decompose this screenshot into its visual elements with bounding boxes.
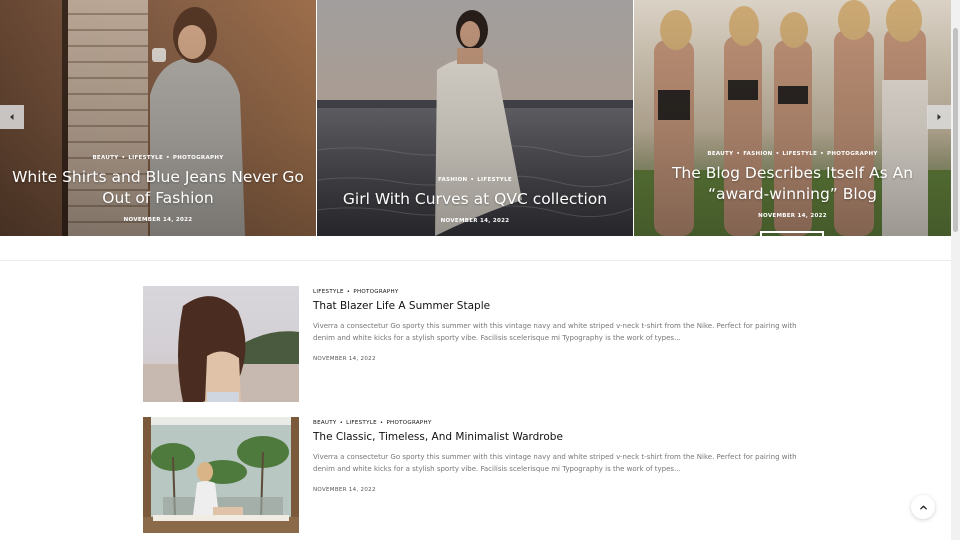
post-2-title[interactable]: The Classic, Timeless, And Minimalist Wa… [313, 431, 813, 443]
category-separator: • [339, 420, 344, 426]
chevron-left-icon [10, 114, 14, 120]
post-1-date: NOVEMBER 14, 2022 [313, 356, 376, 362]
slider-next-button[interactable] [927, 105, 951, 129]
category-link[interactable]: LIFESTYLE [313, 289, 344, 295]
featured-slider: BEAUTY • LIFESTYLE • PHOTOGRAPHY White Shirt… [0, 0, 951, 236]
category-link[interactable]: LIFESTYLE [128, 155, 163, 161]
category-link[interactable]: PHOTOGRAPHY [386, 420, 431, 426]
slide-3-categories: BEAUTY • FASHION • LIFESTYLE • PHOTOGRAPHY [642, 151, 943, 157]
category-link[interactable]: LIFESTYLE [477, 177, 512, 183]
category-separator: • [379, 420, 384, 426]
category-link[interactable]: PHOTOGRAPHY [353, 289, 398, 295]
back-to-top-button[interactable] [911, 495, 935, 519]
slide-3-date: NOVEMBER 14, 2022 [758, 213, 827, 219]
category-separator: • [346, 289, 351, 295]
post-1-title[interactable]: That Blazer Life A Summer Staple [313, 300, 813, 312]
category-separator: • [121, 155, 126, 161]
category-separator: • [470, 177, 475, 183]
post-1-excerpt: Viverra a consectetur Go sporty this sum… [313, 322, 797, 342]
category-link[interactable]: FASHION [438, 177, 467, 183]
slide-1-categories: BEAUTY • LIFESTYLE • PHOTOGRAPHY [8, 155, 308, 161]
category-separator: • [166, 155, 170, 161]
category-link[interactable]: BEAUTY [92, 155, 118, 161]
slide-3-caption: BEAUTY • FASHION • LIFESTYLE • PHOTOGRAPHY The… [634, 151, 951, 219]
chevron-right-icon [937, 114, 941, 120]
post-item-1: LIFESTYLE • PHOTOGRAPHY That Blazer Life A… [143, 286, 823, 402]
slide-2-title[interactable]: Girl With Curves at QVC collection [325, 189, 625, 210]
slide-2[interactable]: FASHION • LIFESTYLE Girl With Curves at QV… [317, 0, 633, 236]
category-link[interactable]: LIFESTYLE [346, 420, 377, 426]
slide-1-title[interactable]: White Shirts and Blue Jeans Never Go Out… [8, 167, 308, 209]
section-divider [0, 260, 951, 261]
slide-3-read-more-button[interactable] [760, 231, 824, 236]
post-2-date: NOVEMBER 14, 2022 [313, 487, 376, 493]
post-item-2: BEAUTY • LIFESTYLE • PHOTOGRAPHY The Classic… [143, 417, 823, 533]
category-link[interactable]: PHOTOGRAPHY [827, 151, 878, 157]
slide-1[interactable]: BEAUTY • LIFESTYLE • PHOTOGRAPHY White Shirt… [0, 0, 316, 236]
slide-3-title[interactable]: The Blog Describes Itself As An “award-w… [642, 163, 943, 205]
post-1-body: LIFESTYLE • PHOTOGRAPHY That Blazer Life A… [313, 286, 813, 362]
post-1-categories: LIFESTYLE • PHOTOGRAPHY [313, 289, 813, 295]
post-2-categories: BEAUTY • LIFESTYLE • PHOTOGRAPHY [313, 420, 813, 426]
slide-2-caption: FASHION • LIFESTYLE Girl With Curves at QV… [317, 177, 633, 224]
post-2-excerpt: Viverra a consectetur Go sporty this sum… [313, 453, 797, 473]
category-separator: • [820, 151, 824, 157]
page-scrollbar[interactable] [951, 0, 960, 540]
slide-1-caption: BEAUTY • LIFESTYLE • PHOTOGRAPHY White Shirt… [0, 155, 316, 223]
category-separator: • [775, 151, 780, 157]
slider-prev-button[interactable] [0, 105, 24, 129]
post-2-thumbnail[interactable] [143, 417, 299, 533]
category-link[interactable]: FASHION [743, 151, 772, 157]
slide-2-date: NOVEMBER 14, 2022 [440, 218, 510, 224]
post-1-thumbnail[interactable] [143, 286, 299, 402]
category-link[interactable]: LIFESTYLE [782, 151, 817, 157]
slide-3[interactable]: BEAUTY • FASHION • LIFESTYLE • PHOTOGRAPHY The… [634, 0, 951, 236]
chevron-up-icon [919, 505, 927, 509]
category-separator: • [736, 151, 741, 157]
slide-2-categories: FASHION • LIFESTYLE [325, 177, 625, 183]
scrollbar-thumb[interactable] [953, 28, 958, 232]
slide-1-date: NOVEMBER 14, 2022 [123, 217, 193, 223]
category-link[interactable]: BEAUTY [313, 420, 337, 426]
post-2-body: BEAUTY • LIFESTYLE • PHOTOGRAPHY The Classic… [313, 417, 813, 493]
category-link[interactable]: PHOTOGRAPHY [173, 155, 224, 161]
category-link[interactable]: BEAUTY [707, 151, 733, 157]
